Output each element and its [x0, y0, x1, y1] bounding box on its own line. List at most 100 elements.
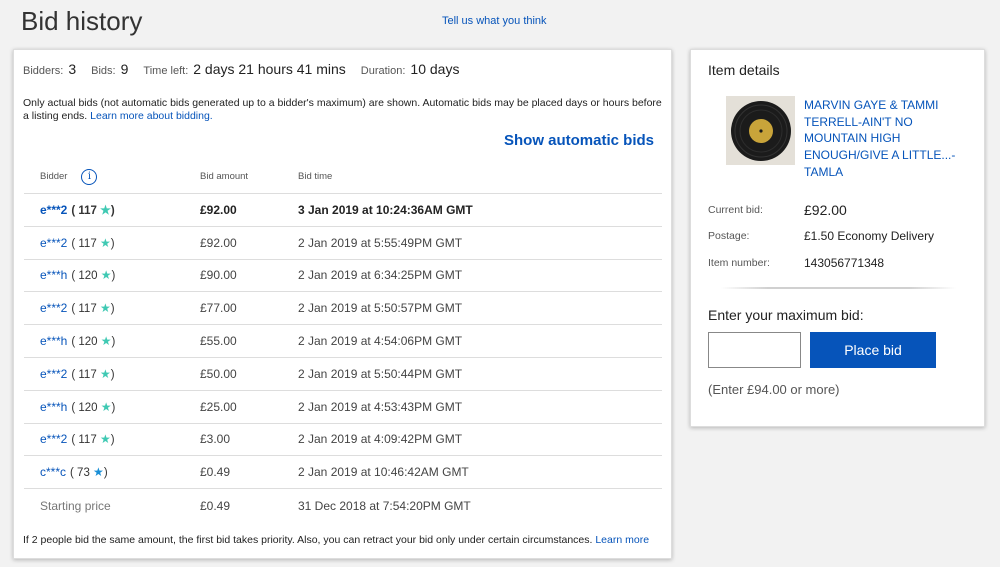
bidder-link[interactable]: e***2 [40, 432, 67, 446]
bidder-cell: e***2 ( 117 ★) [24, 236, 200, 250]
starting-price-time: 31 Dec 2018 at 7:54:20PM GMT [298, 498, 471, 513]
feedback-score: 117 [78, 368, 97, 381]
feedback-star-icon: ★ [93, 465, 104, 480]
feedback-score: 120 [78, 270, 98, 283]
bid-amount: £92.00 [200, 235, 237, 250]
bidders-label: Bidders: [23, 65, 64, 77]
bidder-link[interactable]: c***c [40, 465, 66, 479]
feedback-star-icon: ★ [100, 268, 112, 283]
bidder-feedback[interactable]: ( 117 ★) [71, 301, 114, 315]
bid-history-card: Bidders: 3 Bids: 9 Time left: 2 days 21 … [13, 49, 672, 559]
bidder-feedback[interactable]: ( 120 ★) [71, 400, 115, 414]
time-left-label: Time left: [143, 65, 189, 77]
bid-time: 2 Jan 2019 at 5:55:49PM GMT [298, 235, 463, 250]
time-column-header: Bid time [298, 171, 333, 182]
starting-price-label: Starting price [40, 498, 111, 513]
feedback-score: 117 [78, 237, 97, 250]
feedback-star-icon: ★ [100, 202, 111, 217]
info-icon[interactable]: i [81, 168, 98, 185]
min-bid-note: (Enter £94.00 or more) [708, 382, 840, 397]
place-bid-button[interactable]: Place bid [810, 332, 936, 368]
feedback-score: 117 [78, 204, 97, 217]
learn-more-link[interactable]: Learn more [595, 534, 649, 546]
bidder-link[interactable]: e***h [40, 400, 67, 414]
bid-table: Bidder i Bid amount Bid time e***2 ( 117 … [24, 160, 662, 522]
learn-more-bidding-link[interactable]: Learn more about bidding. [90, 110, 213, 122]
feedback-link[interactable]: Tell us what you think [442, 15, 547, 27]
feedback-star-icon: ★ [99, 366, 111, 381]
bidder-feedback[interactable]: ( 73 ★) [70, 465, 108, 479]
bid-time: 2 Jan 2019 at 5:50:44PM GMT [298, 366, 463, 381]
feedback-score: 120 [78, 401, 98, 414]
table-row: c***c ( 73 ★) £0.49 2 Jan 2019 at 10:46:42A… [24, 456, 662, 490]
bidder-feedback[interactable]: ( 120 ★) [71, 334, 115, 348]
bid-summary: Bidders: 3 Bids: 9 Time left: 2 days 21 … [23, 61, 474, 77]
bidder-feedback[interactable]: ( 117 ★) [71, 203, 114, 217]
bidder-feedback[interactable]: ( 117 ★) [71, 236, 114, 250]
bidder-cell: e***2 ( 117 ★) [24, 301, 200, 315]
bid-amount: £25.00 [200, 399, 237, 414]
bidder-feedback[interactable]: ( 117 ★) [71, 367, 114, 381]
amount-column-header: Bid amount [200, 171, 249, 182]
bidder-cell: e***2 ( 117 ★) [24, 432, 200, 446]
table-row: e***h ( 120 ★) £25.00 2 Jan 2019 at 4:53:43… [24, 391, 662, 424]
table-body: e***2 ( 117 ★) £92.00 3 Jan 2019 at 10:24:3… [24, 194, 662, 522]
item-details-card: Item details MARVIN GAYE & TAMMI TERRELL… [690, 49, 985, 427]
item-thumbnail[interactable] [726, 96, 795, 165]
bidder-link[interactable]: e***h [40, 334, 67, 348]
feedback-star-icon: ★ [99, 235, 111, 250]
bid-amount: £90.00 [200, 268, 237, 283]
bidder-feedback[interactable]: ( 120 ★) [71, 268, 115, 282]
feedback-star-icon: ★ [100, 399, 112, 414]
table-row: e***2 ( 117 ★) £3.00 2 Jan 2019 at 4:09:42P… [24, 424, 662, 457]
enter-max-bid-label: Enter your maximum bid: [708, 307, 864, 323]
bids-shown-note: Only actual bids (not automatic bids gen… [23, 97, 663, 123]
duration-value: 10 days [410, 61, 460, 77]
footer-note: If 2 people bid the same amount, the fir… [23, 534, 649, 546]
current-bid-value: £92.00 [804, 202, 847, 218]
bid-amount: £50.00 [200, 366, 237, 381]
bidder-cell: e***h ( 120 ★) [24, 334, 200, 348]
table-row: e***2 ( 117 ★) £92.00 2 Jan 2019 at 5:55:49… [24, 227, 662, 260]
item-number-label: Item number: [708, 257, 770, 269]
item-details-title: Item details [708, 62, 780, 78]
bidder-cell: e***2 ( 117 ★) [24, 203, 200, 217]
bidders-count: 3 [68, 61, 77, 77]
footer-note-text: If 2 people bid the same amount, the fir… [23, 534, 593, 546]
table-row: e***2 ( 117 ★) £50.00 2 Jan 2019 at 5:50:44… [24, 358, 662, 391]
bidder-cell: e***h ( 120 ★) [24, 400, 200, 414]
duration-label: Duration: [360, 65, 406, 77]
bid-time: 2 Jan 2019 at 4:54:06PM GMT [298, 334, 463, 349]
bidder-link[interactable]: e***h [40, 268, 67, 282]
current-bid-label: Current bid: [708, 204, 763, 216]
feedback-score: 73 [77, 467, 90, 480]
bidder-cell: e***2 ( 117 ★) [24, 367, 200, 381]
bid-amount: £55.00 [200, 334, 237, 349]
bids-label: Bids: [91, 65, 116, 77]
feedback-score: 117 [78, 303, 97, 316]
postage-value: £1.50 Economy Delivery [804, 229, 935, 243]
table-row: e***h ( 120 ★) £90.00 2 Jan 2019 at 6:34:25… [24, 260, 662, 293]
bidder-link[interactable]: e***2 [40, 236, 67, 250]
item-number-row: Item number: 143056771348 [708, 256, 978, 270]
bid-time: 2 Jan 2019 at 5:50:57PM GMT [298, 301, 463, 316]
feedback-star-icon: ★ [99, 432, 111, 447]
divider [721, 287, 956, 289]
bidder-feedback[interactable]: ( 117 ★) [71, 432, 114, 446]
bidder-link[interactable]: e***2 [40, 203, 67, 217]
table-header: Bidder i Bid amount Bid time [24, 160, 662, 194]
bidder-cell: c***c ( 73 ★) [24, 465, 200, 479]
show-automatic-bids-link[interactable]: Show automatic bids [504, 132, 654, 149]
table-row: e***h ( 120 ★) £55.00 2 Jan 2019 at 4:54:06… [24, 325, 662, 358]
item-title-link[interactable]: MARVIN GAYE & TAMMI TERRELL-AIN'T NO MOU… [804, 97, 974, 181]
postage-row: Postage: £1.50 Economy Delivery [708, 229, 978, 243]
max-bid-input[interactable] [708, 332, 801, 368]
bid-amount: £3.00 [200, 432, 231, 447]
table-row: e***2 ( 117 ★) £77.00 2 Jan 2019 at 5:50:57… [24, 292, 662, 326]
bidder-link[interactable]: e***2 [40, 367, 67, 381]
bid-amount: £92.00 [200, 202, 237, 217]
bidder-link[interactable]: e***2 [40, 301, 67, 315]
current-bid-row: Current bid: £92.00 [708, 202, 978, 218]
feedback-score: 117 [78, 434, 97, 447]
page-title: Bid history [21, 6, 143, 36]
